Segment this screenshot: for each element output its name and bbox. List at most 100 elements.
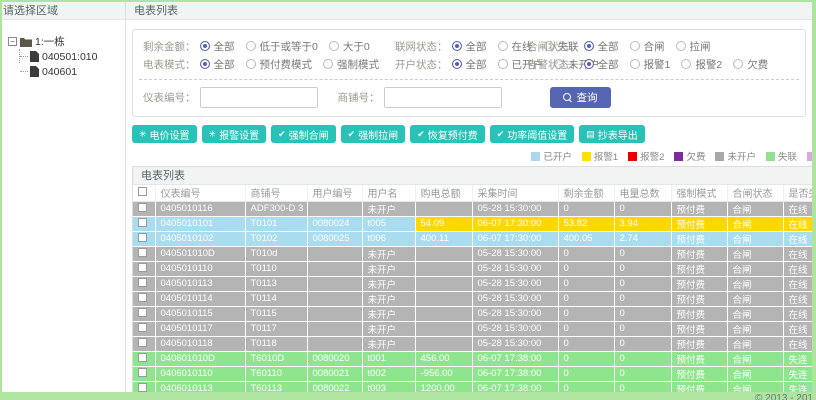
radio-option[interactable]: 全部 bbox=[199, 39, 235, 54]
legend-swatch bbox=[765, 151, 775, 161]
filter-label: 联网状态： bbox=[395, 40, 448, 53]
tree-child-node[interactable]: 040501:010 bbox=[20, 49, 121, 64]
radio-button[interactable] bbox=[629, 59, 640, 69]
radio-button[interactable] bbox=[451, 59, 462, 69]
table-row: 0405010117 T0117 未开户 05-28 15:30:00 0 0 预付费 合闸在… bbox=[133, 321, 812, 337]
tree-child-label[interactable]: 040501:010 bbox=[42, 51, 97, 63]
action-button-功率阈值设置[interactable]: ✔ 功率阈值设置 bbox=[489, 125, 575, 143]
row-checkbox[interactable] bbox=[138, 202, 147, 212]
cell: 0 bbox=[614, 291, 672, 307]
radio-button[interactable] bbox=[497, 41, 508, 51]
radio-option[interactable]: 合闸 bbox=[629, 39, 665, 54]
select-all-checkbox[interactable] bbox=[138, 186, 147, 196]
cell bbox=[415, 276, 473, 292]
cell: 06-07 17:38:00 bbox=[472, 351, 559, 367]
radio-option[interactable]: 全部 bbox=[451, 39, 487, 54]
cell: 预付费 bbox=[671, 321, 728, 337]
gear-icon: ✳ bbox=[139, 128, 147, 139]
table-row: 0406010110 T60110 0080021 t002 -956.00 06-07 … bbox=[133, 366, 812, 382]
action-button-抄表导出[interactable]: ▤ 抄表导出 bbox=[579, 125, 645, 143]
row-checkbox[interactable] bbox=[138, 217, 147, 227]
cell: T0113 bbox=[245, 276, 308, 292]
radio-option[interactable]: 全部 bbox=[451, 57, 487, 72]
radio-button[interactable] bbox=[733, 59, 744, 69]
tree-root-label[interactable]: 1:一栋 bbox=[35, 34, 65, 49]
cell: T0110 bbox=[245, 261, 308, 277]
radio-button[interactable] bbox=[583, 41, 594, 51]
radio-label: 报警2 bbox=[695, 58, 723, 71]
radio-button[interactable] bbox=[199, 59, 210, 69]
radio-button[interactable] bbox=[328, 41, 339, 51]
row-checkbox[interactable] bbox=[138, 262, 147, 272]
row-checkbox[interactable] bbox=[138, 292, 147, 302]
action-button-强制合闸[interactable]: ✔ 强制合闸 bbox=[271, 125, 336, 143]
table-row: 0405010115 T0115 未开户 05-28 15:30:00 0 0 预付费 合闸在… bbox=[133, 306, 812, 322]
filter-panel: 剩余金额： 全部 低于或等于0 大于0 联网状态： 全部 在线 失联 合闸状态： 全部 合闸 拉闸 电表… bbox=[132, 29, 806, 117]
cell: 合闸 bbox=[727, 246, 784, 262]
legend-item: 欠费 bbox=[674, 149, 705, 163]
radio-option[interactable]: 报警2 bbox=[681, 57, 722, 72]
meter-number-input[interactable] bbox=[199, 87, 318, 108]
action-button-电价设置[interactable]: ✳ 电价设置 bbox=[132, 125, 197, 143]
row-checkbox[interactable] bbox=[138, 307, 147, 317]
radio-option[interactable]: 拉闸 bbox=[675, 39, 711, 54]
radio-button[interactable] bbox=[199, 41, 210, 51]
radio-option[interactable]: 欠费 bbox=[733, 57, 768, 72]
radio-option[interactable]: 全部 bbox=[583, 57, 619, 72]
legend-swatch bbox=[628, 151, 638, 161]
row-checkbox[interactable] bbox=[138, 352, 147, 362]
tree-child-label[interactable]: 040601 bbox=[42, 66, 77, 78]
action-button-报警设置[interactable]: ✳ 报警设置 bbox=[201, 125, 267, 143]
radio-button[interactable] bbox=[245, 59, 256, 69]
row-checkbox[interactable] bbox=[138, 367, 147, 377]
radio-button[interactable] bbox=[497, 59, 508, 69]
tree-child-node[interactable]: 040601 bbox=[19, 64, 121, 79]
radio-option[interactable]: 全部 bbox=[583, 39, 619, 54]
radio-button[interactable] bbox=[245, 41, 256, 51]
tree-root-node[interactable]: − 1:一栋 bbox=[8, 34, 121, 49]
radio-option[interactable]: 报警1 bbox=[629, 57, 671, 72]
cell: 0 bbox=[614, 276, 672, 292]
radio-option[interactable]: 预付费模式 bbox=[245, 57, 312, 72]
radio-button[interactable] bbox=[629, 41, 640, 51]
action-button-强制拉闸[interactable]: ✔ 强制拉闸 bbox=[340, 125, 406, 143]
radio-button[interactable] bbox=[675, 41, 686, 51]
table-row: 0405010110 T0110 未开户 05-28 15:30:00 0 0 预付费 合闸在… bbox=[133, 261, 812, 277]
radio-option[interactable]: 大于0 bbox=[328, 39, 370, 54]
cell: 合闸 bbox=[727, 366, 784, 382]
table-header-row: 仪表编号 商铺号 用户编号 用户名 购电总额 采集时间 剩余金额 电量总数 强制模式 合闸状态 是否… bbox=[133, 185, 812, 202]
action-button-恢复预付费[interactable]: ✔ 恢复预付费 bbox=[410, 125, 485, 143]
query-button[interactable]: 查询 bbox=[549, 87, 611, 108]
radio-option[interactable]: 强制模式 bbox=[323, 57, 379, 72]
radio-option[interactable]: 低于或等于0 bbox=[245, 39, 318, 54]
cell: 0 bbox=[558, 291, 615, 307]
cell: 预付费 bbox=[671, 201, 728, 217]
radio-button[interactable] bbox=[323, 59, 333, 69]
cell: T0118 bbox=[245, 336, 308, 352]
cell: 未开户 bbox=[362, 291, 416, 307]
cell: 05-28 15:30:00 bbox=[472, 201, 559, 217]
collapse-icon[interactable]: − bbox=[8, 37, 17, 46]
radio-label: 报警1 bbox=[643, 58, 671, 71]
row-checkbox[interactable] bbox=[138, 277, 147, 287]
cell bbox=[307, 306, 363, 322]
filter-group: 电表模式： 全部 预付费模式 强制模式 bbox=[143, 57, 395, 72]
column-header: 强制模式 bbox=[671, 185, 728, 202]
cell: 预付费 bbox=[671, 261, 728, 277]
cell: 456.00 bbox=[415, 351, 473, 367]
row-checkbox[interactable] bbox=[138, 322, 147, 332]
legend-label: 报警2 bbox=[640, 152, 665, 163]
shop-number-input[interactable] bbox=[383, 87, 502, 108]
row-checkbox[interactable] bbox=[138, 337, 147, 347]
radio-button[interactable] bbox=[451, 41, 462, 51]
radio-option[interactable]: 全部 bbox=[199, 57, 235, 72]
row-checkbox[interactable] bbox=[138, 382, 147, 392]
cell: 05-28 15:30:00 bbox=[472, 276, 559, 292]
table-row: 0405010116 ADF300-D 3 未开户 05-28 15:30:00 0 0 预… bbox=[133, 201, 812, 217]
action-button-label: 强制合闸 bbox=[288, 130, 329, 142]
row-checkbox[interactable] bbox=[138, 232, 147, 242]
radio-button[interactable] bbox=[681, 59, 692, 69]
table-row: 0406010113 T60113 0080022 t003 1200.00 06-07 … bbox=[133, 381, 812, 392]
row-checkbox[interactable] bbox=[138, 247, 147, 257]
radio-button[interactable] bbox=[583, 59, 594, 69]
